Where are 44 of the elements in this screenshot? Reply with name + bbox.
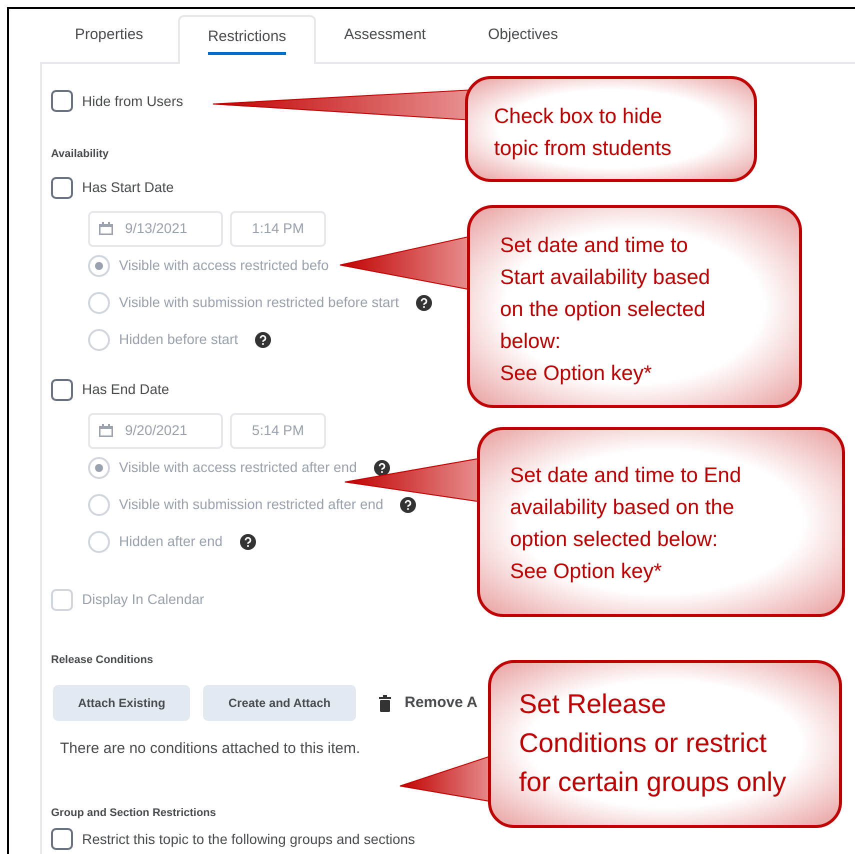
radio-label: Visible with access restricted after end <box>119 458 357 477</box>
tab[interactable]: Assessment <box>316 15 454 62</box>
empty-message: There are no conditions attached to this item. <box>60 739 360 759</box>
callout-note: Set date and time to Start availability based on the option selected below: See Option key* <box>467 205 802 408</box>
radio-button[interactable] <box>88 254 110 276</box>
help-icon[interactable] <box>255 332 272 348</box>
checkbox[interactable] <box>51 828 73 850</box>
radio-button[interactable] <box>88 494 110 516</box>
checkbox-label: Has Start Date <box>82 178 174 197</box>
tab[interactable]: Restrictions <box>178 15 316 64</box>
radio-label: Hidden before start <box>119 330 238 349</box>
calendar-icon <box>99 222 113 235</box>
radio-label: Hidden after end <box>119 532 223 551</box>
radio-button[interactable] <box>88 456 110 478</box>
radio-label: Visible with submission restricted before start <box>119 293 399 312</box>
callout-note: Set Release Conditions or restrict for certain groups only <box>488 660 842 828</box>
checkbox-label: Hide from Users <box>82 92 184 110</box>
radio-label: Visible with submission restricted after end <box>119 495 384 514</box>
checkbox[interactable] <box>51 378 73 400</box>
action-button[interactable]: Create and Attach <box>203 685 356 721</box>
calendar-icon <box>99 424 113 437</box>
radio-button[interactable] <box>88 530 110 552</box>
callout-note: Set date and time to End availability based on the option selected below: See Option key* <box>477 427 845 617</box>
checkbox-label: Has End Date <box>82 380 170 399</box>
section-heading: Release Conditions <box>51 652 154 668</box>
checkbox-label: Display In Calendar <box>82 590 204 609</box>
section-heading: Group and Section Restrictions <box>51 806 216 820</box>
help-icon[interactable] <box>416 294 432 310</box>
remove-button[interactable]: Remove A <box>378 692 478 714</box>
checkbox[interactable] <box>51 176 73 198</box>
radio-label: Visible with access restricted befo <box>119 256 329 275</box>
section-heading: Availability <box>51 147 109 162</box>
tab[interactable]: Properties <box>40 15 178 62</box>
help-icon[interactable] <box>240 534 256 550</box>
trash-icon <box>378 694 391 712</box>
radio-button[interactable] <box>88 292 110 314</box>
radio-button[interactable] <box>88 328 110 350</box>
checkbox-label: Restrict this topic to the following groups and sections <box>82 830 416 849</box>
checkbox[interactable] <box>51 90 73 112</box>
help-icon[interactable] <box>400 496 416 512</box>
tab[interactable]: Objectives <box>454 15 592 62</box>
action-button[interactable]: Attach Existing <box>53 685 190 721</box>
callout-note: Check box to hide topic from students <box>465 76 757 182</box>
help-icon[interactable] <box>374 460 390 476</box>
